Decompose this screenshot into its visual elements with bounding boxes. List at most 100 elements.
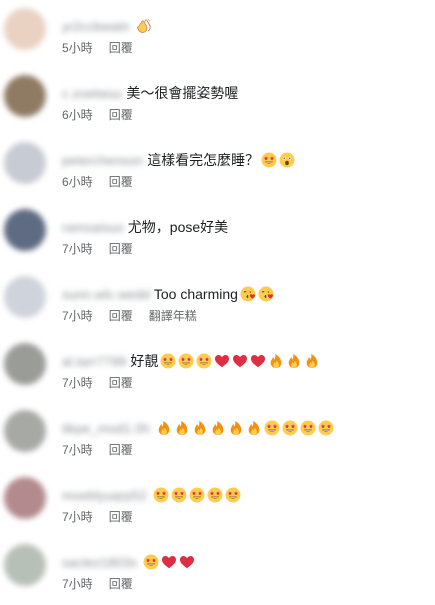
comment-item: tikpe_mod1.0h 7小時 回覆 [0,404,435,471]
star-struck-icon [207,487,223,503]
timestamp: 6小時 [62,108,93,122]
comment-meta: 5小時 回覆 [62,39,149,56]
red-heart-icon [161,554,177,570]
username[interactable]: tikpe_mod1.0h [62,421,150,436]
reply-button[interactable]: 回覆 [109,242,133,256]
avatar[interactable] [4,276,46,318]
fire-icon [156,420,172,436]
username[interactable]: sactez1803s [62,555,137,570]
emoji-group [160,352,322,370]
comment-line: c.zoetwuu 美～很會擺姿勢喔 [62,82,425,104]
star-struck-icon [153,487,169,503]
star-struck-icon [160,353,176,369]
username[interactable]: yr2ccbwatn [62,19,130,34]
fire-icon [174,420,190,436]
username[interactable]: sunn.wlc.wedd [62,287,150,302]
avatar[interactable] [4,209,46,251]
comment-line: yr2ccbwatn [62,15,425,37]
emoji-group [143,553,197,571]
star-struck-icon [261,152,277,168]
avatar[interactable] [4,343,46,385]
reply-button[interactable]: 回覆 [109,309,133,323]
comment-meta: 7小時 回覆 [62,374,149,391]
fire-icon [192,420,208,436]
emoji-group [261,151,297,169]
clapping-hands-icon [136,18,152,34]
username[interactable]: al.tarr7799 [62,354,126,369]
avatar[interactable] [4,8,46,50]
comment-meta: 6小時 回覆 [62,173,149,190]
reply-button[interactable]: 回覆 [109,510,133,524]
fire-icon [246,420,262,436]
kissing-heart-icon [240,286,256,302]
timestamp: 7小時 [62,577,93,591]
comment-text: 好靚 [130,353,159,369]
timestamp: 7小時 [62,309,93,323]
astonished-icon [279,152,295,168]
timestamp: 5小時 [62,41,93,55]
star-struck-icon [171,487,187,503]
comment-meta: 7小時 回覆 翻譯年糕 [62,307,213,324]
emoji-group [240,285,276,303]
timestamp: 7小時 [62,443,93,457]
comment-item: al.tarr7799 好靚 7小時 回覆 [0,337,435,404]
star-struck-icon [318,420,334,436]
reply-button[interactable]: 回覆 [109,376,133,390]
fire-icon [304,353,320,369]
comment-list: yr2ccbwatn 5小時 回覆 c.zoetwuu 美～很會擺姿勢喔 6小時 回覆 pet… [0,0,435,601]
comment-line: tikpe_mod1.0h [62,417,425,439]
avatar[interactable] [4,142,46,184]
reply-button[interactable]: 回覆 [109,108,133,122]
username[interactable]: ramsaisuo [62,220,124,235]
comment-line: al.tarr7799 好靚 [62,350,425,372]
star-struck-icon [264,420,280,436]
reply-button[interactable]: 回覆 [109,41,133,55]
comment-text: 尤物，pose好美 [127,219,229,235]
comment-line: ramsaisuo 尤物，pose好美 [62,216,425,238]
comment-line: peterchenson 這樣看完怎麼睡？ [62,149,425,171]
fire-icon [286,353,302,369]
star-struck-icon [300,420,316,436]
emoji-group [136,17,154,35]
red-heart-icon [250,353,266,369]
star-struck-icon [189,487,205,503]
comment-text: 這樣看完怎麼睡？ [147,152,260,168]
red-heart-icon [179,554,195,570]
comment-item: yr2ccbwatn 5小時 回覆 [0,2,435,69]
comment-item: c.zoetwuu 美～很會擺姿勢喔 6小時 回覆 [0,69,435,136]
emoji-group [156,419,336,437]
comment-meta: 7小時 回覆 [62,575,149,592]
timestamp: 7小時 [62,376,93,390]
comment-line: moeblyuqrp52 [62,484,425,506]
comment-meta: 7小時 回覆 [62,240,149,257]
comment-meta: 7小時 回覆 [62,508,149,525]
star-struck-icon [225,487,241,503]
comment-item: moeblyuqrp52 7小時 回覆 [0,471,435,538]
username[interactable]: peterchenson [62,153,143,168]
comment-meta: 7小時 回覆 [62,441,149,458]
star-struck-icon [143,554,159,570]
translate-button[interactable]: 翻譯年糕 [149,309,197,323]
comment-line: sunn.wlc.wedd Too charming [62,283,425,305]
avatar[interactable] [4,75,46,117]
kissing-heart-icon [258,286,274,302]
username[interactable]: moeblyuqrp52 [62,488,147,503]
reply-button[interactable]: 回覆 [109,443,133,457]
emoji-group [153,486,243,504]
avatar[interactable] [4,477,46,519]
red-heart-icon [214,353,230,369]
username[interactable]: c.zoetwuu [62,86,122,101]
fire-icon [268,353,284,369]
star-struck-icon [178,353,194,369]
star-struck-icon [282,420,298,436]
star-struck-icon [196,353,212,369]
comment-item: sactez1803s 7小時 回覆 [0,538,435,605]
reply-button[interactable]: 回覆 [109,175,133,189]
reply-button[interactable]: 回覆 [109,577,133,591]
timestamp: 6小時 [62,175,93,189]
fire-icon [228,420,244,436]
avatar[interactable] [4,410,46,452]
avatar[interactable] [4,544,46,586]
comment-item: sunn.wlc.wedd Too charming 7小時 回覆 翻譯年糕 [0,270,435,337]
red-heart-icon [232,353,248,369]
